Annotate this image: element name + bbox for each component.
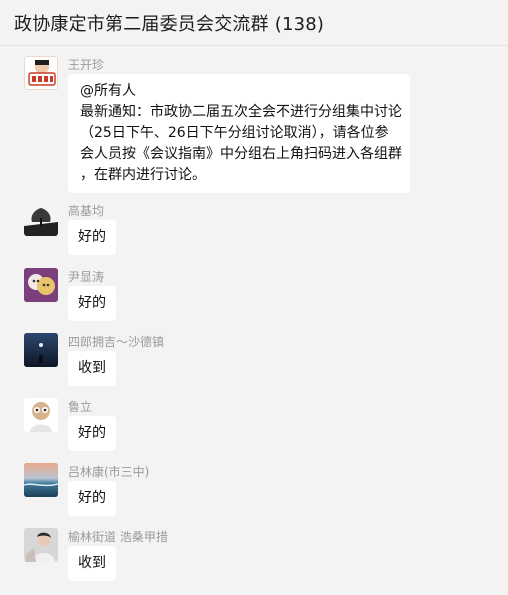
message-text: 好的 — [78, 425, 106, 441]
landscape-avatar-icon — [24, 202, 58, 236]
message-bubble[interactable]: 好的 — [68, 220, 116, 255]
sender-name: 吕林康(市三中) — [68, 465, 150, 479]
message-text: 收到 — [78, 555, 106, 571]
avatar[interactable] — [24, 333, 58, 367]
message-line: @所有人 — [80, 83, 136, 99]
seascape-avatar-icon — [24, 463, 58, 497]
sender-name: 王开珍 — [68, 58, 105, 72]
avatar[interactable] — [24, 463, 58, 497]
message-text: 好的 — [78, 295, 106, 311]
portrait-avatar-icon — [24, 528, 58, 562]
avatar[interactable] — [24, 528, 58, 562]
cartoon-avatar-icon — [24, 268, 58, 302]
message-text: 收到 — [78, 360, 106, 376]
chat-title: 政协康定市第二届委员会交流群 (138) — [14, 13, 325, 35]
sender-name: 四郎拥吉～沙德镇 — [68, 335, 165, 349]
message-line: 最新通知：市政协二届五次全会不进行分组集中讨论 — [80, 104, 402, 120]
message-bubble[interactable]: 收到 — [68, 351, 116, 386]
message-text: 好的 — [78, 490, 106, 506]
message-line: 会人员按《会议指南》中分组右上角扫码进入各组群 — [80, 146, 402, 162]
cartoon-avatar-icon — [24, 398, 58, 432]
message-bubble[interactable]: 好的 — [68, 481, 116, 516]
avatar[interactable] — [24, 56, 58, 90]
message-bubble[interactable]: @所有人 最新通知：市政协二届五次全会不进行分组集中讨论 （25日下午、26日下… — [68, 74, 410, 193]
avatar[interactable] — [24, 398, 58, 432]
message-text: 好的 — [78, 229, 106, 245]
cartoon-avatar-icon — [25, 57, 57, 89]
sender-name: 尹显涛 — [68, 270, 105, 284]
avatar[interactable] — [24, 268, 58, 302]
sender-name: 高基均 — [68, 204, 105, 218]
avatar[interactable] — [24, 202, 58, 236]
sender-name: 榆林街道 浩桑甲措 — [68, 530, 168, 544]
message-line: ，在群内进行讨论。 — [80, 167, 206, 183]
chat-header: 政协康定市第二届委员会交流群 (138) — [0, 0, 508, 46]
message-bubble[interactable]: 好的 — [68, 416, 116, 451]
message-bubble[interactable]: 收到 — [68, 546, 116, 581]
sender-name: 鲁立 — [68, 400, 93, 414]
message-line: （25日下午、26日下午分组讨论取消），请各位参 — [80, 125, 389, 141]
night-sky-avatar-icon — [24, 333, 58, 367]
message-bubble[interactable]: 好的 — [68, 286, 116, 321]
